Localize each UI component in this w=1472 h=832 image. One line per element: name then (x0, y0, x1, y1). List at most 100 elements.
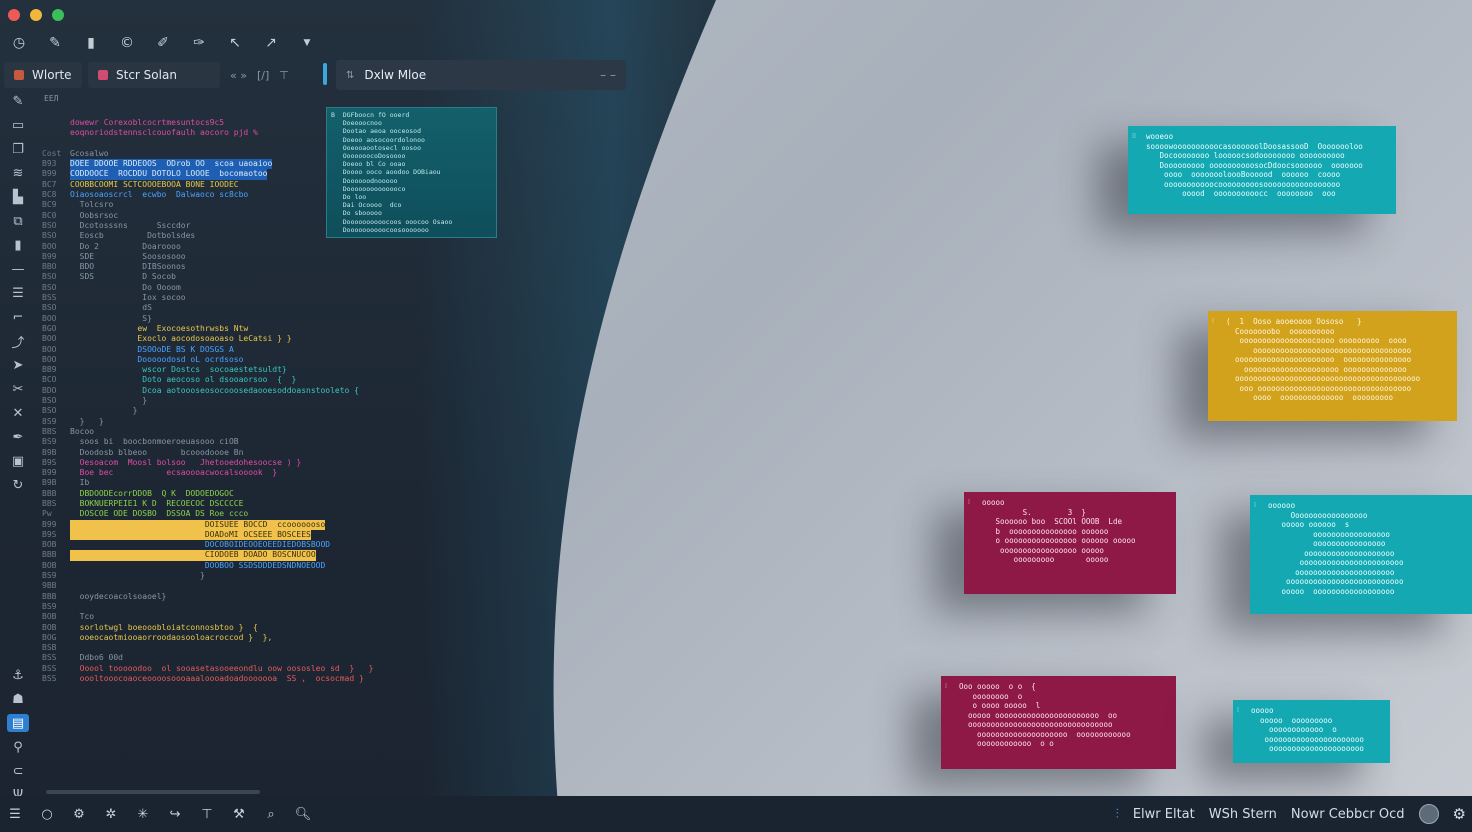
code-line[interactable]: BOB Tco (42, 612, 562, 622)
window-icon[interactable]: ▭ (7, 116, 29, 134)
code-line[interactable]: BSS oooltooocoaoceoooosoooaaaloooadoadoo… (42, 674, 562, 684)
code-line[interactable]: BSS Iox socoo (42, 293, 562, 303)
copyright-icon[interactable]: © (116, 32, 138, 54)
compose-icon[interactable]: ✎ (7, 92, 29, 110)
card-teal-top[interactable]: ⁞⁞ wooeoo soooowoooooooooocasoooooolDoosa… (1128, 126, 1396, 214)
tools-icon[interactable]: ⚒ (230, 805, 248, 823)
code-line[interactable]: BOG ooeocaotmiooaorroodaosooloacroccod }… (42, 633, 562, 643)
files-icon[interactable]: ❐ (7, 140, 29, 158)
user-icon[interactable]: ☗ (7, 690, 29, 708)
code-line[interactable]: BOB DOCOBOIDEOOEOEEDIEDOBSBOOD (42, 540, 562, 550)
filter-icon[interactable]: ⊤ (198, 805, 216, 823)
code-line[interactable]: BS9 soos bi boocbonmoeroeuasooo ciOB (42, 437, 562, 447)
card-gold[interactable]: ⁞ ( 1 Ooso aooeoooo Oososo } Cooooooobo … (1208, 311, 1457, 421)
card-teal-bottom[interactable]: ⁞ ooooo ooooo ooooooooo oooooooooooo o o… (1233, 700, 1390, 763)
tab-pin-button[interactable]: ⊤ (279, 69, 289, 82)
card-crimson-mid[interactable]: ⁞ ooooo S. 3 } Soooooo boo SCOOl OOOB Ld… (964, 492, 1176, 594)
edit-icon[interactable]: ✐ (152, 32, 174, 54)
panel-icon[interactable]: ▤ (7, 714, 29, 732)
code-line[interactable]: B99 SDE Soososooo (42, 252, 562, 262)
code-line[interactable]: B9B Ib (42, 478, 562, 488)
avatar[interactable] (1418, 804, 1439, 824)
dash-icon[interactable]: — (7, 260, 29, 278)
code-line[interactable]: BOB sorlotwgl boeooobloiatconnosbtoo } { (42, 623, 562, 633)
search-icon[interactable]: 🔍︎ (294, 805, 312, 823)
document-icon[interactable]: ▙ (7, 188, 29, 206)
run-icon[interactable]: ✳ (134, 805, 152, 823)
code-line[interactable]: B99 DOISUEE BOCCD ccooooooso (42, 519, 562, 530)
menu-icon[interactable]: ☰ (6, 805, 24, 823)
redo-icon[interactable]: ↪ (166, 805, 184, 823)
code-line[interactable]: B9S DOADoMI OCSEEE BOSCEES (42, 529, 562, 541)
code-line[interactable]: BSO } (42, 396, 562, 406)
chevron-down-icon[interactable]: ▼ (296, 32, 318, 54)
feather-icon[interactable]: ✒ (7, 428, 29, 446)
anchor-icon[interactable]: ⚓ (7, 666, 29, 684)
code-line[interactable]: BS9 (42, 602, 562, 612)
code-line[interactable]: BOO DSOOoDE BS K DOSGS A (42, 345, 562, 355)
link-icon[interactable]: ⤴ (7, 332, 29, 351)
minimize-panel-button[interactable]: – – (600, 68, 616, 82)
terminal-icon[interactable]: ⌐ (7, 308, 29, 326)
code-line[interactable]: BOB DOOBOO SSDSDDDEDSNDNOEOOD (42, 561, 562, 571)
code-line[interactable]: 9BB (42, 581, 562, 591)
refresh-icon[interactable]: ↻ (7, 476, 29, 494)
cursor-icon[interactable]: ➤ (7, 356, 29, 374)
code-line[interactable]: 8S9 } } (42, 417, 562, 427)
code-line[interactable]: BBB CIODOEB DOADO BOSCNUCOO (42, 550, 562, 561)
status-item-1[interactable]: Elwr Eltat (1133, 807, 1195, 822)
code-line[interactable]: BSO SDS D Socob (42, 272, 562, 282)
pin-icon[interactable]: ↗ (260, 32, 282, 54)
code-line[interactable]: BCO Doto aeocoso ol dsooaorsoo { } (42, 375, 562, 385)
code-line[interactable]: BDO Dcoa aotoooseosocooosedaooesoddoasns… (42, 386, 562, 396)
code-line[interactable]: BSS Ddbo6 00d (42, 653, 562, 663)
file-icon[interactable]: ▮ (80, 32, 102, 54)
card-crimson-bottom[interactable]: ⁞ Ooo ooooo o o { oooooooo o o oooo oooo… (941, 676, 1176, 769)
settings-icon[interactable]: ⚙ (1453, 805, 1466, 823)
save-icon[interactable]: ▣ (7, 452, 29, 470)
code-peek-popup[interactable]: B DGFboocn fO ooerd Doeooocnoo Dootao ae… (326, 107, 497, 238)
code-line[interactable]: BSB (42, 643, 562, 653)
code-line[interactable]: B9B Doodosb blbeoo bcooodoooe Bn (42, 448, 562, 458)
close-icon[interactable]: ✕ (7, 404, 29, 422)
code-line[interactable]: BBO BDO DIBSoonos (42, 262, 562, 272)
pen-icon[interactable]: ✎ (44, 32, 66, 54)
code-line[interactable]: BSO Do Oooom (42, 283, 562, 293)
undo-icon[interactable]: ↖ (224, 32, 246, 54)
location-icon[interactable]: ⚲ (7, 738, 29, 756)
code-line[interactable]: BGO ew Exocoesothrwsbs Ntw (42, 324, 562, 334)
horizontal-scrollbar[interactable] (46, 790, 260, 794)
code-line[interactable]: BBS BOKNUERPEIE1 K D RECOECOC DSCCCCE (42, 499, 562, 509)
circle-icon[interactable]: ○ (38, 805, 56, 823)
code-line[interactable]: Pw DOSCOE ODE DOSBO DSSOA DS Roe ccco (42, 509, 562, 519)
code-line[interactable]: BSS Ooool tooooodoo ol sooasetasooeeondl… (42, 664, 562, 674)
status-item-3[interactable]: Nowr Cebbcr Ocd (1291, 807, 1405, 822)
tab-stcr-solan[interactable]: Stcr Solan (88, 62, 220, 88)
copy-icon[interactable]: ⧉ (7, 212, 29, 230)
branch-indicator-icon[interactable]: ⫶ (1116, 807, 1119, 822)
list-icon[interactable]: ☰ (7, 284, 29, 302)
code-line[interactable]: BOO Dooooodosd oL ocrdsoso (42, 355, 562, 365)
status-item-2[interactable]: WSh Stern (1209, 807, 1277, 822)
zoom-window-button[interactable] (52, 9, 64, 21)
history-icon[interactable]: ◷ (8, 32, 30, 54)
card-teal-right[interactable]: ⁞ oooooo Ooooooooooooooooo ooooo oooooo … (1250, 495, 1472, 614)
curve-icon[interactable]: ⊂ (7, 762, 29, 780)
tab-scroll-button[interactable]: « » (230, 69, 247, 82)
code-line[interactable]: B99 Boe bec ecsaoooacwocalsooook } (42, 468, 562, 478)
brush-icon[interactable]: ✑ (188, 32, 210, 54)
tab-wlorte[interactable]: Wlorte (4, 62, 82, 88)
code-line[interactable]: BBS Bocoo (42, 427, 562, 437)
layers-icon[interactable]: ≋ (7, 164, 29, 182)
find-file-icon[interactable]: ⌕ (262, 805, 280, 823)
code-line[interactable]: BBB ooydecoacolsoaoel} (42, 592, 562, 602)
debug-icon[interactable]: ✲ (102, 805, 120, 823)
close-window-button[interactable] (8, 9, 20, 21)
code-line[interactable]: BOO Do 2 Doaroooo (42, 242, 562, 252)
scissors-icon[interactable]: ✂ (7, 380, 29, 398)
extensions-icon[interactable]: ⚙ (70, 805, 88, 823)
code-line[interactable]: BOO S} (42, 314, 562, 324)
split-editor-button[interactable]: [/] (257, 69, 269, 82)
code-line[interactable]: B9S Oesoacom Moosl bolsoo Jhetooedohesoo… (42, 458, 562, 468)
code-line[interactable]: BBB DBDOODEcorrDDOB Q K DODOEDOGOC (42, 489, 562, 499)
